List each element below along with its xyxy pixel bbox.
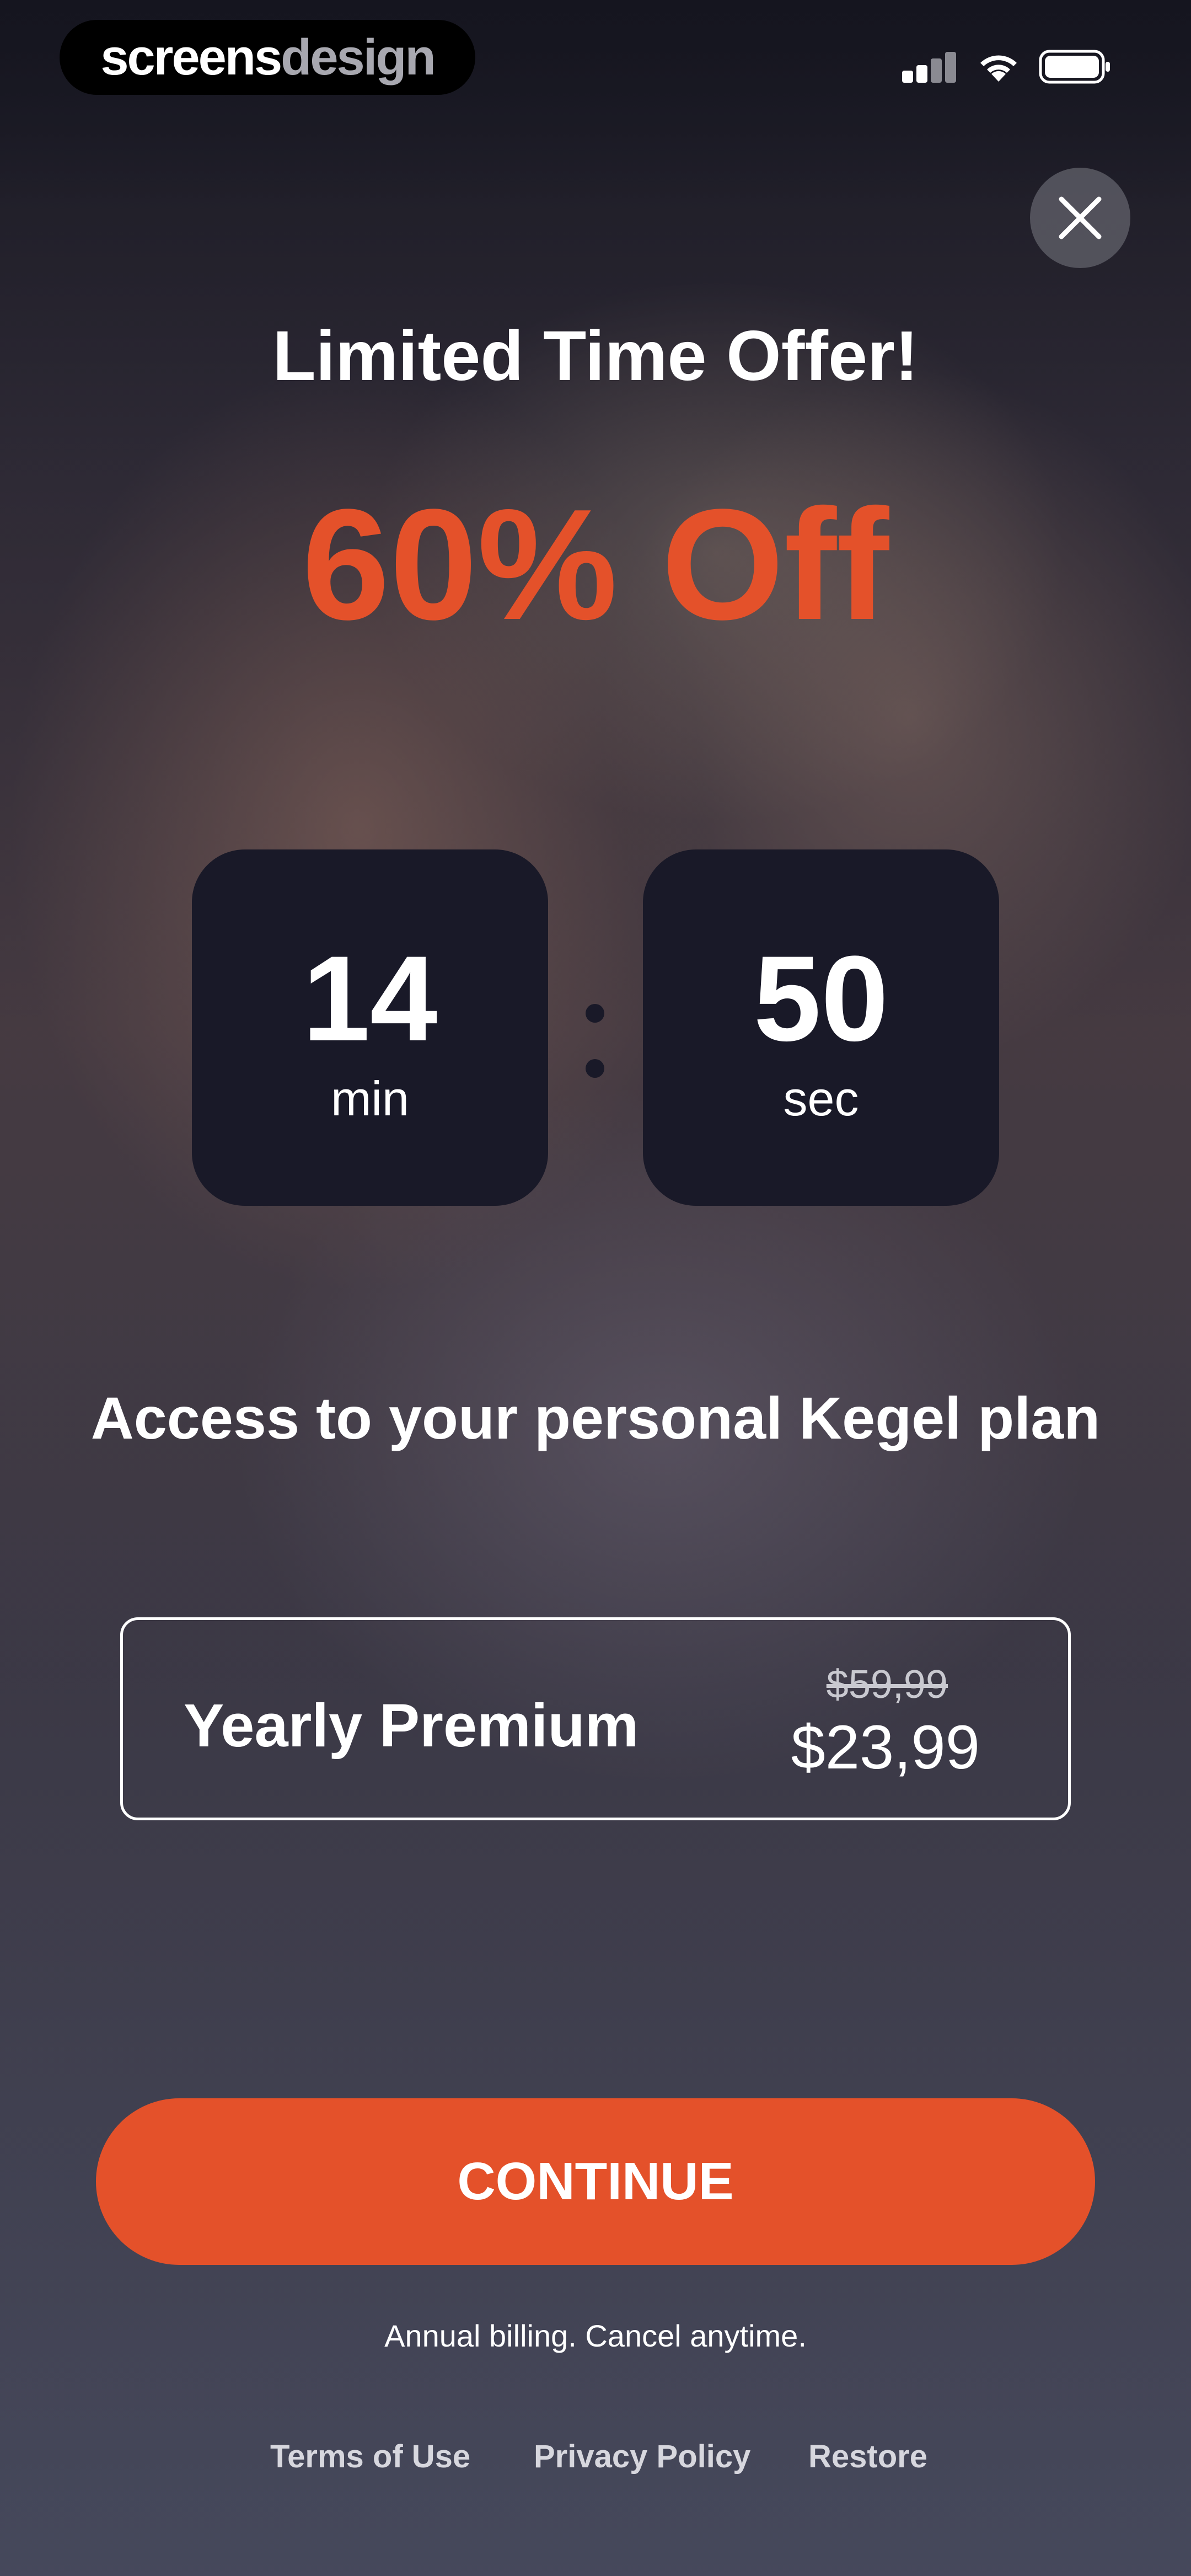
brand-logo-part1: screens <box>100 29 282 85</box>
brand-logo-part2: design <box>281 29 436 85</box>
discount-headline: 60% Off <box>302 476 889 653</box>
brand-logo: screens design <box>60 20 475 95</box>
timer-minutes-label: min <box>331 1071 409 1126</box>
restore-link[interactable]: Restore <box>808 2438 927 2475</box>
wifi-icon <box>980 55 1017 82</box>
plan-price: $23,99 <box>791 1713 980 1782</box>
close-button[interactable] <box>1030 168 1130 268</box>
privacy-policy-link[interactable]: Privacy Policy <box>534 2438 750 2475</box>
timer-seconds-box: 50 sec <box>643 849 999 1206</box>
timer-minutes-box: 14 min <box>192 849 548 1206</box>
plan-old-price: $59,99 <box>826 1663 948 1707</box>
billing-note: Annual billing. Cancel anytime. <box>384 2318 807 2353</box>
plan-name: Yearly Premium <box>184 1692 639 1760</box>
timer-seconds-label: sec <box>783 1071 859 1126</box>
paywall-screen: screens design Limited Time Offer! 60% Of… <box>0 0 1191 2576</box>
timer-separator <box>586 1004 604 1081</box>
plan-option-yearly[interactable]: Yearly Premium $59,99 $23,99 <box>120 1617 1071 1820</box>
continue-button[interactable]: CONTINUE <box>96 2098 1095 2265</box>
close-icon <box>1059 196 1102 239</box>
timer-minutes-value: 14 <box>302 931 438 1066</box>
terms-of-use-link[interactable]: Terms of Use <box>270 2438 470 2475</box>
battery-icon <box>1039 50 1110 84</box>
timer-seconds-value: 50 <box>753 931 889 1066</box>
offer-title: Limited Time Offer! <box>272 317 919 396</box>
cellular-signal-icon <box>902 52 957 83</box>
plan-subtitle: Access to your personal Kegel plan <box>90 1385 1101 1451</box>
